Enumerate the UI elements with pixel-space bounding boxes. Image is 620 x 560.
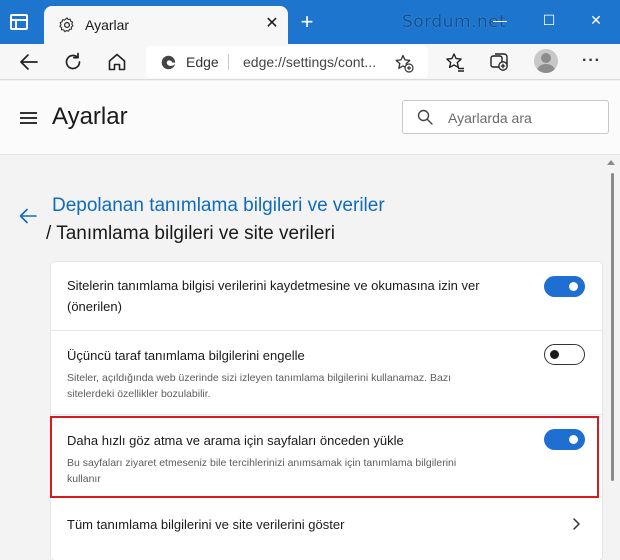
collections-icon[interactable] bbox=[488, 51, 510, 73]
address-bar[interactable]: Edge edge://settings/cont... bbox=[146, 46, 428, 78]
tab-settings[interactable]: Ayarlar ✕ bbox=[44, 6, 288, 44]
maximize-button[interactable]: ☐ bbox=[539, 10, 559, 30]
minimize-button[interactable]: — bbox=[490, 10, 510, 30]
divider bbox=[51, 414, 602, 415]
chevron-right-icon[interactable] bbox=[570, 517, 582, 531]
toggle-allow-cookies[interactable] bbox=[544, 276, 585, 297]
url-text[interactable]: edge://settings/cont... bbox=[243, 54, 376, 70]
refresh-icon[interactable] bbox=[62, 51, 84, 73]
tab-title: Ayarlar bbox=[85, 17, 130, 33]
see-all-cookies-link[interactable]: Tüm tanımlama bilgilerini ve site verile… bbox=[67, 514, 344, 535]
back-icon[interactable] bbox=[18, 51, 40, 73]
option-block-third-party-title: Üçüncü taraf tanımlama bilgilerini engel… bbox=[67, 348, 305, 363]
menu-icon[interactable] bbox=[20, 112, 37, 124]
toggle-preload-pages[interactable] bbox=[544, 429, 585, 450]
option-allow-cookies-title: Sitelerin tanımlama bilgisi verilerini k… bbox=[67, 278, 480, 314]
scrollbar-thumb[interactable] bbox=[611, 173, 614, 481]
option-block-third-party-desc: Siteler, açıldığında web üzerinde sizi i… bbox=[67, 372, 452, 400]
option-preload-pages-title: Daha hızlı göz atma ve arama için sayfal… bbox=[67, 433, 404, 448]
page-title: Ayarlar bbox=[52, 103, 128, 130]
tab-actions-icon[interactable] bbox=[10, 14, 28, 30]
scroll-up-icon[interactable] bbox=[607, 160, 615, 165]
settings-header: Ayarlar Ayarlarda ara bbox=[0, 81, 620, 155]
more-options-icon[interactable]: ··· bbox=[582, 52, 601, 70]
gear-icon bbox=[59, 17, 74, 33]
favorites-icon[interactable] bbox=[444, 51, 466, 73]
divider bbox=[228, 54, 229, 70]
add-favorite-icon[interactable] bbox=[394, 53, 414, 73]
home-icon[interactable] bbox=[106, 51, 128, 73]
close-window-button[interactable]: ✕ bbox=[586, 10, 606, 30]
site-identity-label: Edge bbox=[186, 54, 219, 70]
profile-avatar[interactable] bbox=[534, 49, 558, 73]
edge-icon bbox=[161, 55, 176, 70]
breadcrumb-parent-link[interactable]: Depolanan tanımlama bilgileri ve veriler bbox=[52, 195, 385, 217]
toolbar: Edge edge://settings/cont... ··· bbox=[0, 44, 620, 80]
title-bar: Ayarlar ✕ + Sordum.net — ☐ ✕ bbox=[0, 0, 620, 44]
divider bbox=[51, 330, 602, 331]
search-icon bbox=[417, 109, 433, 125]
search-placeholder: Ayarlarda ara bbox=[448, 110, 532, 126]
close-tab-icon[interactable]: ✕ bbox=[262, 14, 282, 34]
back-arrow-icon[interactable] bbox=[18, 206, 38, 226]
breadcrumb-current: / Tanımlama bilgileri ve site verileri bbox=[46, 223, 335, 244]
new-tab-button[interactable]: + bbox=[296, 11, 318, 33]
settings-search-input[interactable]: Ayarlarda ara bbox=[402, 100, 609, 134]
option-preload-pages-desc: Bu sayfaları ziyaret etmeseniz bile terc… bbox=[67, 457, 457, 485]
toggle-block-third-party[interactable] bbox=[544, 344, 585, 365]
